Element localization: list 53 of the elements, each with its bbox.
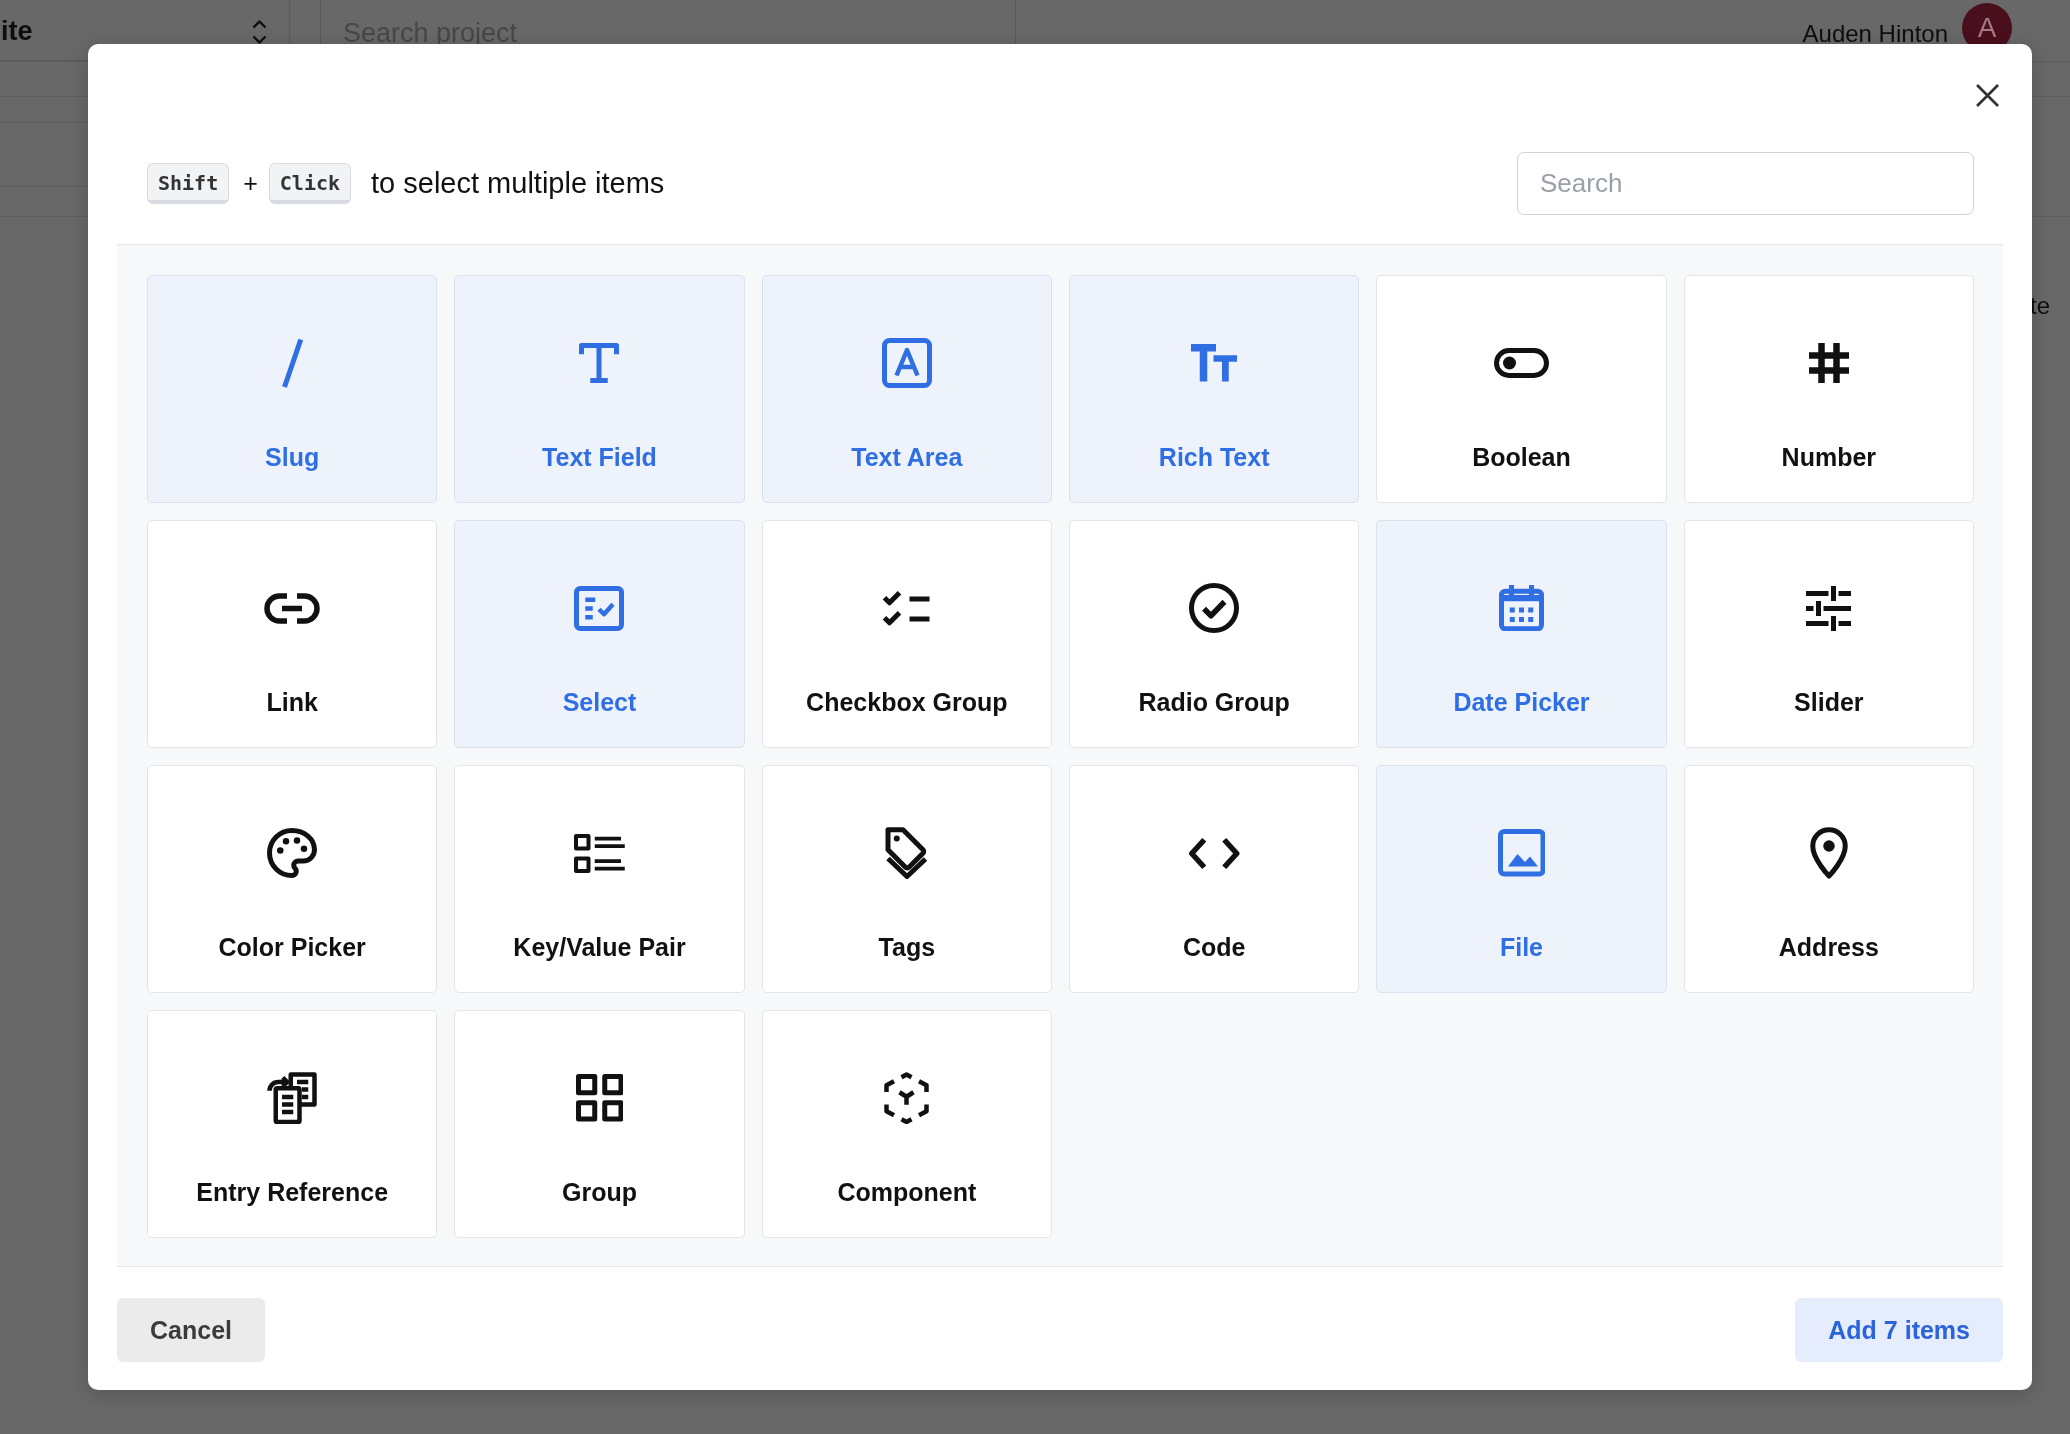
hash-icon — [1808, 343, 1849, 383]
field-type-option[interactable]: Text Area — [761, 275, 1052, 503]
field-type-option[interactable]: Date Picker — [1376, 520, 1667, 748]
field-type-option[interactable]: Number — [1683, 275, 1974, 503]
field-type-option[interactable]: Checkbox Group — [761, 520, 1052, 748]
dashed-cube-icon — [884, 1071, 930, 1125]
image-icon — [1497, 829, 1546, 877]
field-type-option[interactable]: Code — [1069, 765, 1360, 993]
four-squares-icon — [575, 1074, 624, 1122]
close-icon — [1975, 84, 1999, 108]
field-type-option[interactable]: Group — [454, 1010, 745, 1238]
sliders-icon — [1806, 585, 1852, 631]
close-button[interactable] — [1975, 84, 1999, 108]
chevron-up-down-icon — [252, 19, 267, 44]
field-type-option[interactable]: Slider — [1683, 520, 1974, 748]
add-items-button[interactable]: Add 7 items — [1795, 1298, 2003, 1362]
field-type-option[interactable]: Entry Reference — [147, 1010, 438, 1238]
background-text: te — [2030, 292, 2050, 319]
field-type-option[interactable]: Address — [1683, 765, 1974, 993]
plus-sign: + — [243, 169, 258, 198]
check-circle-icon — [1189, 583, 1240, 633]
field-type-option[interactable]: Link — [147, 520, 438, 748]
chain-link-icon — [264, 592, 321, 624]
toggle-icon — [1494, 348, 1549, 378]
field-type-option[interactable]: Tags — [761, 765, 1052, 993]
location-pin-icon — [1809, 826, 1848, 880]
cancel-button[interactable]: Cancel — [117, 1298, 265, 1362]
field-type-option[interactable]: Component — [761, 1010, 1052, 1238]
field-type-option[interactable]: Slug — [147, 275, 438, 503]
checklist-icon — [881, 588, 932, 628]
text-size-icon — [1191, 344, 1238, 382]
documents-arrow-icon — [267, 1071, 318, 1125]
field-type-option[interactable]: Select — [454, 520, 745, 748]
tags-icon — [884, 826, 929, 880]
field-type-option[interactable]: Text Field — [454, 275, 745, 503]
field-type-option[interactable]: Rich Text — [1069, 275, 1360, 503]
keyboard-key: Click — [268, 163, 352, 204]
field-type-option[interactable]: File — [1376, 765, 1667, 993]
slash-icon — [281, 336, 303, 390]
user-name: Auden Hinton — [1802, 19, 1948, 48]
field-type-option[interactable]: Key/Value Pair — [454, 765, 745, 993]
keyboard-key: Shift — [147, 163, 230, 204]
form-checklist-icon — [574, 585, 625, 631]
field-type-option[interactable]: Color Picker — [147, 765, 438, 993]
calendar-icon — [1499, 584, 1544, 632]
key-value-list-icon — [574, 833, 625, 873]
letter-a-box-icon — [881, 338, 932, 388]
field-type-option[interactable]: Boolean — [1376, 275, 1667, 503]
hint-text: to select multiple items — [371, 167, 665, 200]
serif-t-icon — [579, 343, 620, 383]
field-type-option[interactable]: Radio Group — [1069, 520, 1360, 748]
palette-icon — [267, 828, 318, 878]
code-brackets-icon — [1187, 835, 1241, 871]
